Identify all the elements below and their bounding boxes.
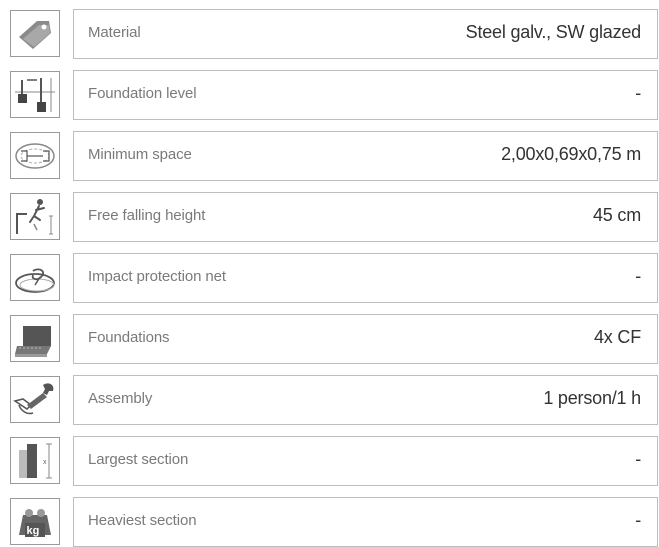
spec-value: 4x CF	[593, 327, 641, 347]
spec-label: Material	[88, 24, 141, 41]
falling-person-icon	[10, 193, 60, 240]
largest-section-icon: x	[10, 437, 60, 484]
spec-value: -	[635, 83, 641, 103]
minimum-space-icon	[10, 132, 60, 179]
spec-label: Foundation level	[88, 85, 197, 102]
weight-kg-text: kg	[27, 525, 40, 537]
spec-label: Assembly	[88, 390, 153, 407]
spec-row-largest-section: x Largest section -	[0, 436, 659, 486]
spec-value: -	[635, 510, 641, 530]
spec-value: -	[635, 449, 641, 469]
spec-label: Heaviest section	[88, 512, 197, 529]
wrench-hand-icon	[10, 376, 60, 423]
spec-value-box: Material Steel galv., SW glazed	[73, 9, 658, 59]
spec-value-box: Foundations 4x CF	[73, 314, 658, 364]
spec-value: 1 person/1 h	[543, 388, 641, 408]
spec-value: 45 cm	[592, 205, 641, 225]
spec-label: Free falling height	[88, 207, 206, 224]
foundation-block-icon	[10, 315, 60, 362]
product-specs-table: Material Steel galv., SW glazed Foundati…	[0, 0, 659, 547]
spec-value-box: Largest section -	[73, 436, 658, 486]
spec-label: Largest section	[88, 451, 189, 468]
spec-row-foundation-level: Foundation level -	[0, 70, 659, 120]
spec-row-impact-protection-net: Impact protection net -	[0, 253, 659, 303]
foundation-level-icon	[10, 71, 60, 118]
spec-value-box: Impact protection net -	[73, 253, 658, 303]
spec-row-foundations: Foundations 4x CF	[0, 314, 659, 364]
spec-row-free-falling-height: Free falling height 45 cm	[0, 192, 659, 242]
price-tag-icon	[10, 10, 60, 57]
spec-row-minimum-space: Minimum space 2,00x0,69x0,75 m	[0, 131, 659, 181]
spec-value: 2,00x0,69x0,75 m	[501, 144, 641, 164]
spec-row-assembly: Assembly 1 person/1 h	[0, 375, 659, 425]
svg-text:x: x	[43, 459, 47, 466]
spec-row-material: Material Steel galv., SW glazed	[0, 9, 659, 59]
spec-value: Steel galv., SW glazed	[465, 22, 642, 42]
spec-value-box: Foundation level -	[73, 70, 658, 120]
spec-value-box: Assembly 1 person/1 h	[73, 375, 658, 425]
spec-value-box: Heaviest section -	[73, 497, 658, 547]
spec-label: Minimum space	[88, 146, 192, 163]
spec-value-box: Minimum space 2,00x0,69x0,75 m	[73, 131, 658, 181]
spec-label: Impact protection net	[88, 268, 226, 285]
spec-row-heaviest-section: kg Heaviest section -	[0, 497, 659, 547]
spec-label: Foundations	[88, 329, 170, 346]
impact-net-icon	[10, 254, 60, 301]
weight-kg-icon: kg	[10, 498, 60, 545]
spec-value: -	[635, 266, 641, 286]
spec-value-box: Free falling height 45 cm	[73, 192, 658, 242]
